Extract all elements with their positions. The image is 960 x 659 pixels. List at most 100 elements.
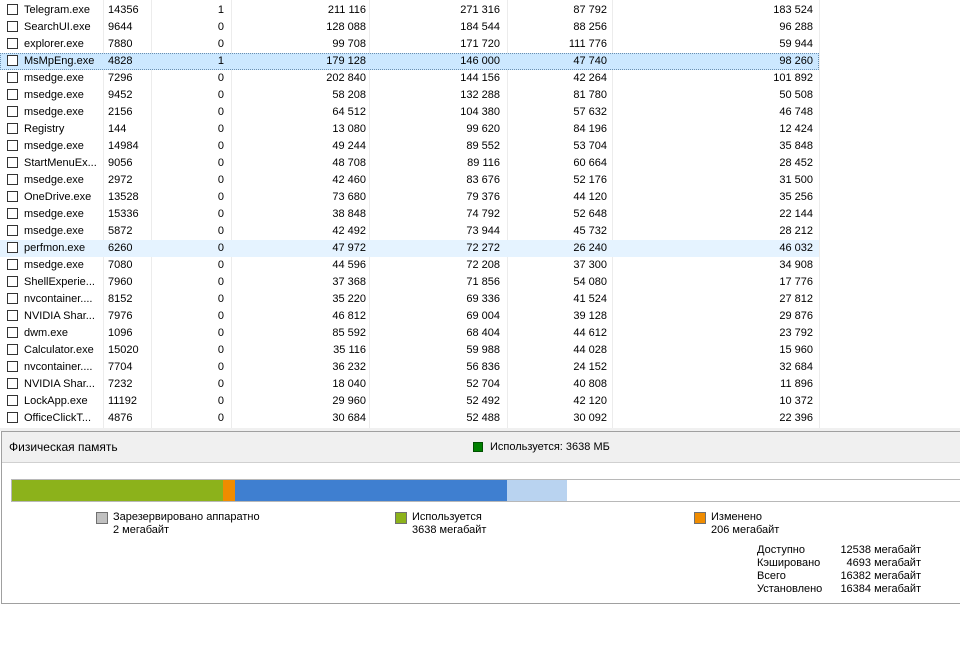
table-row[interactable]: NVIDIA Shar... 7232 0 18 040 52 704 40 808 11 … xyxy=(0,376,819,393)
cell-c: 69 004 xyxy=(466,310,500,322)
legend-modified-value: 206 мегабайт xyxy=(711,524,780,536)
row-checkbox[interactable] xyxy=(7,395,18,406)
cell-d: 60 664 xyxy=(573,157,607,169)
cell-d: 52 648 xyxy=(573,208,607,220)
table-row[interactable]: msedge.exe 14984 0 49 244 89 552 53 704 35 848 xyxy=(0,138,819,155)
cell-b: 211 116 xyxy=(327,4,366,16)
cell-b: 37 368 xyxy=(332,276,366,288)
row-checkbox[interactable] xyxy=(7,242,18,253)
row-checkbox[interactable] xyxy=(7,327,18,338)
table-row[interactable]: SearchUI.exe 9644 0 128 088 184 544 88 256 96 … xyxy=(0,19,819,36)
table-row[interactable]: nvcontainer.... 7704 0 36 232 56 836 24 152 32… xyxy=(0,359,819,376)
cell-b: 44 596 xyxy=(332,259,366,271)
cell-name: nvcontainer.... xyxy=(24,361,93,373)
table-row[interactable]: explorer.exe 7880 0 99 708 171 720 111 776 59 … xyxy=(0,36,819,53)
row-checkbox[interactable] xyxy=(7,259,18,270)
row-checkbox[interactable] xyxy=(7,276,18,287)
row-checkbox[interactable] xyxy=(7,378,18,389)
cell-d: 40 808 xyxy=(573,378,607,390)
cell-b: 46 812 xyxy=(332,310,366,322)
cell-b: 58 208 xyxy=(332,89,366,101)
cell-name: msedge.exe xyxy=(24,106,84,118)
table-row[interactable]: perfmon.exe 6260 0 47 972 72 272 26 240 46 032 xyxy=(0,240,819,257)
cell-a: 0 xyxy=(217,174,224,186)
table-row[interactable]: msedge.exe 2972 0 42 460 83 676 52 176 31 500 xyxy=(0,172,819,189)
cell-d: 87 792 xyxy=(573,4,607,16)
cell-a: 0 xyxy=(217,310,224,322)
row-checkbox[interactable] xyxy=(7,344,18,355)
row-checkbox[interactable] xyxy=(7,38,18,49)
cell-d: 37 300 xyxy=(573,259,607,271)
cell-d: 88 256 xyxy=(573,21,607,33)
table-row[interactable]: MsMpEng.exe 4828 1 179 128 146 000 47 740 98 2… xyxy=(0,53,819,70)
row-checkbox[interactable] xyxy=(7,55,18,66)
table-row[interactable]: OneDrive.exe 13528 0 73 680 79 376 44 120 35 2… xyxy=(0,189,819,206)
row-checkbox[interactable] xyxy=(7,361,18,372)
cell-b: 73 680 xyxy=(332,191,366,203)
table-row[interactable]: OfficeClickT... 4876 0 30 684 52 488 30 092 22… xyxy=(0,410,819,427)
cell-pid: 9056 xyxy=(108,157,133,169)
table-row[interactable]: msedge.exe 7080 0 44 596 72 208 37 300 34 908 xyxy=(0,257,819,274)
physical-memory-header[interactable]: Физическая память Используется: 3638 МБ xyxy=(2,432,960,463)
table-row[interactable]: msedge.exe 2156 0 64 512 104 380 57 632 46 748 xyxy=(0,104,819,121)
table-row[interactable]: ShellExperie... 7960 0 37 368 71 856 54 080 17… xyxy=(0,274,819,291)
table-row[interactable]: nvcontainer.... 8152 0 35 220 69 336 41 524 27… xyxy=(0,291,819,308)
memory-bar-modified xyxy=(223,480,235,501)
row-checkbox[interactable] xyxy=(7,208,18,219)
table-row[interactable]: Calculator.exe 15020 0 35 116 59 988 44 028 15… xyxy=(0,342,819,359)
table-row[interactable]: Registry 144 0 13 080 99 620 84 196 12 424 xyxy=(0,121,819,138)
row-checkbox[interactable] xyxy=(7,293,18,304)
cell-e: 28 452 xyxy=(779,157,813,169)
stat-installed: Установлено 16384 мегабайт xyxy=(757,583,937,596)
cell-d: 84 196 xyxy=(573,123,607,135)
row-checkbox[interactable] xyxy=(7,412,18,423)
cell-e: 28 212 xyxy=(779,225,813,237)
stat-value: 16384 мегабайт xyxy=(840,583,921,595)
cell-name: Calculator.exe xyxy=(24,344,94,356)
cell-a: 0 xyxy=(217,21,224,33)
table-row[interactable]: msedge.exe 7296 0 202 840 144 156 42 264 101 8… xyxy=(0,70,819,87)
row-checkbox[interactable] xyxy=(7,191,18,202)
row-checkbox[interactable] xyxy=(7,157,18,168)
memory-bar-standby xyxy=(235,480,507,501)
cell-pid: 7704 xyxy=(108,361,133,373)
row-checkbox[interactable] xyxy=(7,89,18,100)
row-checkbox[interactable] xyxy=(7,174,18,185)
cell-name: NVIDIA Shar... xyxy=(24,378,95,390)
row-checkbox[interactable] xyxy=(7,72,18,83)
table-row[interactable]: StartMenuEx... 9056 0 48 708 89 116 60 664 28 … xyxy=(0,155,819,172)
cell-name: SearchUI.exe xyxy=(24,21,91,33)
table-row[interactable]: LockApp.exe 11192 0 29 960 52 492 42 120 10 37… xyxy=(0,393,819,410)
cell-pid: 7960 xyxy=(108,276,133,288)
cell-b: 99 708 xyxy=(332,38,366,50)
used-legend-swatch xyxy=(395,512,407,524)
cell-c: 52 704 xyxy=(466,378,500,390)
row-checkbox[interactable] xyxy=(7,106,18,117)
table-row[interactable]: msedge.exe 9452 0 58 208 132 288 81 780 50 508 xyxy=(0,87,819,104)
table-row[interactable]: Telegram.exe 14356 1 211 116 271 316 87 792 18… xyxy=(0,2,819,19)
table-row[interactable]: dwm.exe 1096 0 85 592 68 404 44 612 23 792 xyxy=(0,325,819,342)
memory-bar-free xyxy=(507,480,567,501)
cell-pid: 4828 xyxy=(108,55,133,67)
cell-d: 44 612 xyxy=(573,327,607,339)
table-row[interactable]: msedge.exe 5872 0 42 492 73 944 45 732 28 212 xyxy=(0,223,819,240)
cell-a: 0 xyxy=(217,276,224,288)
row-checkbox[interactable] xyxy=(7,4,18,15)
table-row[interactable]: NVIDIA Shar... 7976 0 46 812 69 004 39 128 29 … xyxy=(0,308,819,325)
cell-c: 89 116 xyxy=(467,157,500,169)
memory-stats: Доступно 12538 мегабайт Кэшировано 4693 … xyxy=(757,544,937,596)
cell-d: 111 776 xyxy=(568,38,607,50)
cell-name: dwm.exe xyxy=(24,327,69,339)
cell-b: 64 512 xyxy=(332,106,366,118)
cell-name: msedge.exe xyxy=(24,174,84,186)
row-checkbox[interactable] xyxy=(7,21,18,32)
legend-reserved-value: 2 мегабайт xyxy=(113,524,170,536)
row-checkbox[interactable] xyxy=(7,140,18,151)
row-checkbox[interactable] xyxy=(7,310,18,321)
row-checkbox[interactable] xyxy=(7,225,18,236)
cell-a: 0 xyxy=(217,72,224,84)
row-checkbox[interactable] xyxy=(7,123,18,134)
cell-b: 128 088 xyxy=(326,21,366,33)
cell-e: 10 372 xyxy=(779,395,813,407)
table-row[interactable]: msedge.exe 15336 0 38 848 74 792 52 648 22 144 xyxy=(0,206,819,223)
